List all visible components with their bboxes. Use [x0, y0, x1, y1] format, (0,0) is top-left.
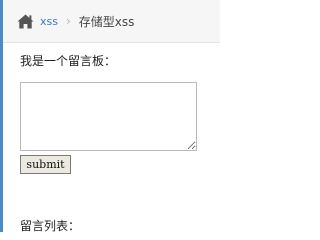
breadcrumb-separator: › — [65, 14, 71, 28]
message-board-label: 我是一个留言板： — [20, 54, 117, 68]
submit-button[interactable]: submit — [20, 155, 71, 174]
breadcrumb-link-xss[interactable]: xss — [40, 15, 58, 28]
breadcrumb: xss › 存储型xss — [3, 0, 220, 43]
home-icon[interactable] — [17, 14, 34, 29]
message-list-label: 留言列表： — [20, 219, 81, 233]
message-textarea[interactable] — [20, 82, 197, 151]
breadcrumb-current: 存储型xss — [78, 14, 135, 29]
